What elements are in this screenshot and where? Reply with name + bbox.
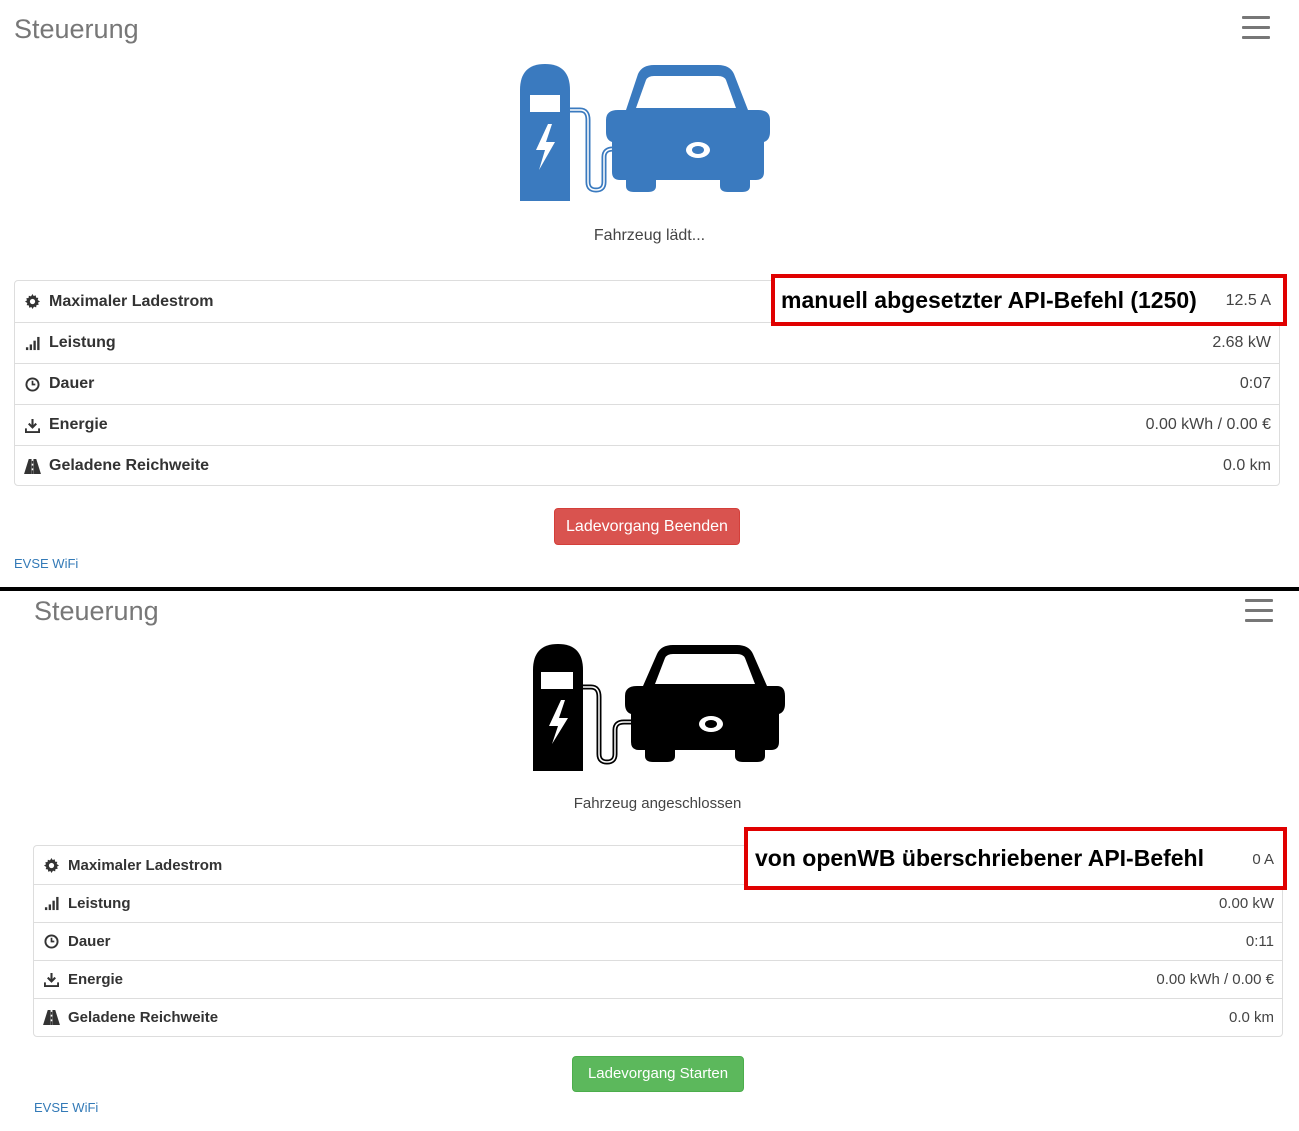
footer-link[interactable]: EVSE WiFi	[14, 556, 78, 571]
gear-icon	[24, 293, 41, 310]
annotation-box: von openWB überschriebener API-Befehl 0 …	[744, 827, 1287, 890]
charging-station-car-icon	[520, 64, 770, 201]
signal-icon	[43, 895, 60, 912]
row-label: Maximaler Ladestrom	[49, 292, 214, 310]
row-range: Geladene Reichweite 0.0 km	[15, 445, 1279, 486]
max-current-value: 0 A	[1252, 851, 1274, 868]
row-power: Leistung 2.68 kW	[15, 322, 1279, 363]
divider	[0, 587, 1299, 591]
row-label: Dauer	[68, 933, 111, 950]
clock-icon	[24, 376, 41, 393]
row-value: 2.68 kW	[1212, 334, 1271, 351]
gear-icon	[43, 857, 60, 874]
status-text: Fahrzeug angeschlossen	[573, 795, 742, 812]
max-current-value: 12.5 A	[1225, 292, 1271, 309]
annotation-text: von openWB überschriebener API-Befehl	[755, 845, 1204, 871]
charging-station-car-icon	[533, 644, 785, 771]
row-value: 0.0 km	[1228, 1009, 1274, 1026]
panel-charging: Steuerung Fahrzeug lädt... Maximaler Lad…	[0, 0, 1299, 588]
road-icon	[43, 1009, 60, 1026]
page-title: Steuerung	[14, 14, 139, 44]
row-range: Geladene Reichweite 0.0 km	[34, 998, 1282, 1036]
row-label: Geladene Reichweite	[68, 1009, 219, 1026]
road-icon	[24, 458, 41, 475]
annotation-box: manuell abgesetzter API-Befehl (1250) 12…	[771, 274, 1287, 326]
row-label: Leistung	[49, 334, 116, 351]
row-value: 0:11	[1245, 933, 1274, 950]
download-icon	[24, 417, 41, 434]
row-value: 0.00 kWh / 0.00 €	[1156, 971, 1274, 988]
row-value: 0:07	[1239, 375, 1271, 392]
row-label: Dauer	[49, 375, 95, 392]
row-label: Maximaler Ladestrom	[68, 856, 223, 874]
clock-icon	[43, 933, 60, 950]
row-label: Geladene Reichweite	[49, 457, 210, 474]
row-value: 0.0 km	[1222, 457, 1271, 474]
stop-charging-button[interactable]: Ladevorgang Beenden	[554, 508, 740, 545]
row-label: Energie	[49, 416, 108, 433]
footer-link[interactable]: EVSE WiFi	[34, 1100, 98, 1115]
download-icon	[43, 971, 60, 988]
hamburger-menu-icon[interactable]	[1242, 16, 1270, 40]
row-label: Leistung	[68, 895, 131, 912]
row-energy: Energie 0.00 kWh / 0.00 €	[15, 404, 1279, 445]
hamburger-menu-icon[interactable]	[1245, 599, 1273, 623]
start-charging-button[interactable]: Ladevorgang Starten	[572, 1056, 744, 1092]
signal-icon	[24, 335, 41, 352]
row-duration: Dauer 0:11	[34, 922, 1282, 960]
annotation-text: manuell abgesetzter API-Befehl (1250)	[781, 286, 1197, 313]
panel-connected: Steuerung Fahrzeug angeschlossen Maximal…	[0, 592, 1299, 1131]
row-duration: Dauer 0:07	[15, 363, 1279, 404]
status-text: Fahrzeug lädt...	[593, 227, 706, 244]
row-label: Energie	[68, 971, 124, 988]
row-value: 0.00 kW	[1218, 895, 1274, 912]
row-value: 0.00 kWh / 0.00 €	[1145, 416, 1271, 433]
page-title: Steuerung	[34, 596, 159, 626]
row-energy: Energie 0.00 kWh / 0.00 €	[34, 960, 1282, 998]
